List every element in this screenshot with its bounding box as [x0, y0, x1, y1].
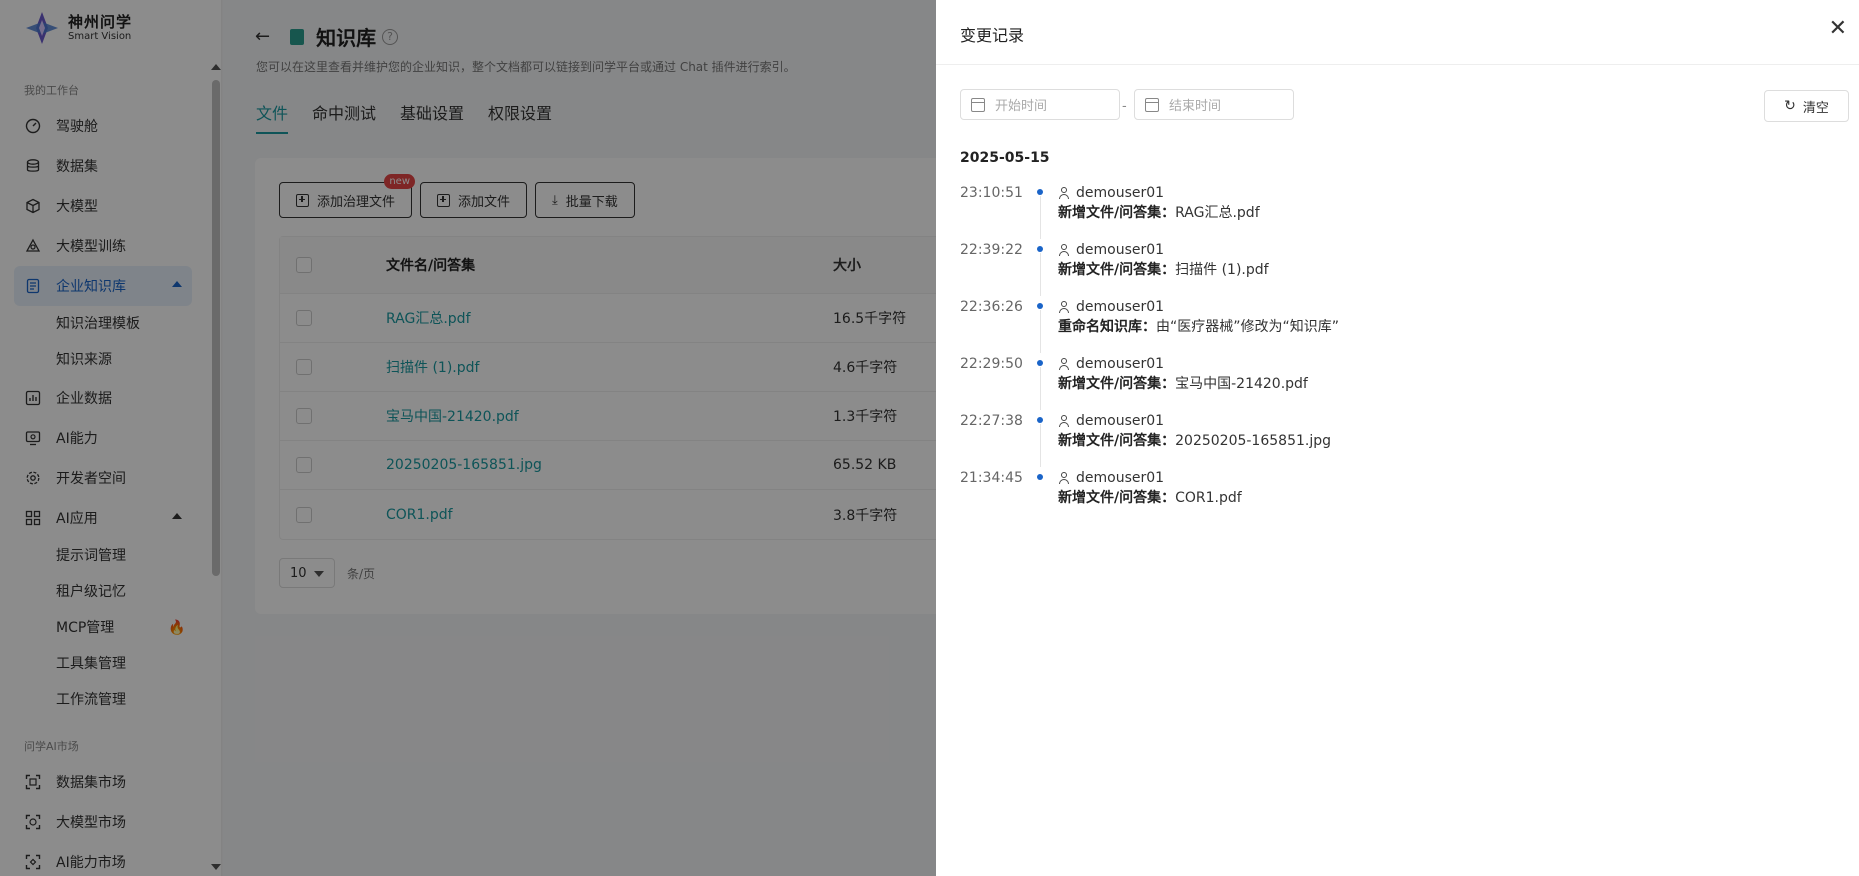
change-log-drawer: 变更记录 ✕ 开始时间 - 结束时间 ↻ 清空 2025-05-15 23:10… — [936, 0, 1859, 876]
record-user: demouser01 — [1076, 413, 1165, 429]
record-user: demouser01 — [1076, 242, 1165, 258]
timeline-item: 21:34:45 demouser01 新增文件/问答集：COR1.pdf — [960, 469, 1760, 526]
record-time: 22:39:22 — [960, 242, 1023, 258]
timeline-line — [1039, 424, 1041, 467]
record-action: 重命名知识库： — [1058, 319, 1156, 335]
drawer-header: 变更记录 ✕ — [936, 0, 1859, 65]
timeline-dot — [1037, 189, 1043, 195]
clear-button[interactable]: ↻ 清空 — [1764, 90, 1849, 122]
user-icon — [1058, 244, 1070, 256]
record-user: demouser01 — [1076, 299, 1165, 315]
button-label: 清空 — [1802, 100, 1829, 116]
timeline-dot — [1037, 474, 1043, 480]
user-icon — [1058, 187, 1070, 199]
drawer-title: 变更记录 — [960, 26, 1025, 45]
record-time: 22:27:38 — [960, 413, 1023, 429]
start-date-placeholder: 开始时间 — [995, 99, 1048, 114]
timeline-item: 22:39:22 demouser01 新增文件/问答集：扫描件 (1).pdf — [960, 241, 1760, 298]
record-detail: 20250205-165851.jpg — [1175, 433, 1331, 449]
record-time: 21:34:45 — [960, 470, 1023, 486]
timeline-dot — [1037, 417, 1043, 423]
timeline-item: 22:27:38 demouser01 新增文件/问答集：20250205-16… — [960, 412, 1760, 469]
timeline-dot — [1037, 246, 1043, 252]
record-action: 新增文件/问答集： — [1058, 433, 1176, 449]
change-timeline: 23:10:51 demouser01 新增文件/问答集：RAG汇总.pdf 2… — [960, 184, 1760, 526]
user-icon — [1058, 415, 1070, 427]
record-time: 22:36:26 — [960, 299, 1023, 315]
timeline-item: 22:36:26 demouser01 重命名知识库：由“医疗器械”修改为“知识… — [960, 298, 1760, 355]
record-action: 新增文件/问答集： — [1058, 205, 1176, 221]
close-icon[interactable]: ✕ — [1829, 18, 1847, 40]
modal-overlay[interactable] — [0, 0, 936, 876]
user-icon — [1058, 358, 1070, 370]
timeline-item: 22:29:50 demouser01 新增文件/问答集：宝马中国-21420.… — [960, 355, 1760, 412]
record-detail: 扫描件 (1).pdf — [1175, 262, 1269, 278]
refresh-icon: ↻ — [1784, 98, 1796, 114]
timeline-item: 23:10:51 demouser01 新增文件/问答集：RAG汇总.pdf — [960, 184, 1760, 241]
start-date-input[interactable]: 开始时间 — [960, 89, 1120, 120]
calendar-icon — [971, 97, 985, 112]
date-separator: - — [1122, 99, 1127, 114]
record-detail: 宝马中国-21420.pdf — [1175, 376, 1308, 392]
record-time: 22:29:50 — [960, 356, 1023, 372]
date-group-label: 2025-05-15 — [960, 150, 1050, 166]
end-date-placeholder: 结束时间 — [1169, 99, 1222, 114]
record-action: 新增文件/问答集： — [1058, 490, 1176, 506]
record-user: demouser01 — [1076, 356, 1165, 372]
timeline-dot — [1037, 303, 1043, 309]
record-action: 新增文件/问答集： — [1058, 376, 1176, 392]
record-time: 23:10:51 — [960, 185, 1023, 201]
calendar-icon — [1145, 97, 1159, 112]
timeline-line — [1039, 196, 1041, 239]
record-detail: 由“医疗器械”修改为“知识库” — [1156, 319, 1340, 335]
record-user: demouser01 — [1076, 185, 1165, 201]
record-detail: RAG汇总.pdf — [1175, 205, 1260, 221]
record-action: 新增文件/问答集： — [1058, 262, 1176, 278]
user-icon — [1058, 301, 1070, 313]
timeline-dot — [1037, 360, 1043, 366]
user-icon — [1058, 472, 1070, 484]
timeline-line — [1039, 310, 1041, 353]
record-detail: COR1.pdf — [1175, 490, 1242, 506]
record-user: demouser01 — [1076, 470, 1165, 486]
timeline-line — [1039, 367, 1041, 410]
timeline-line — [1039, 253, 1041, 296]
end-date-input[interactable]: 结束时间 — [1134, 89, 1294, 120]
